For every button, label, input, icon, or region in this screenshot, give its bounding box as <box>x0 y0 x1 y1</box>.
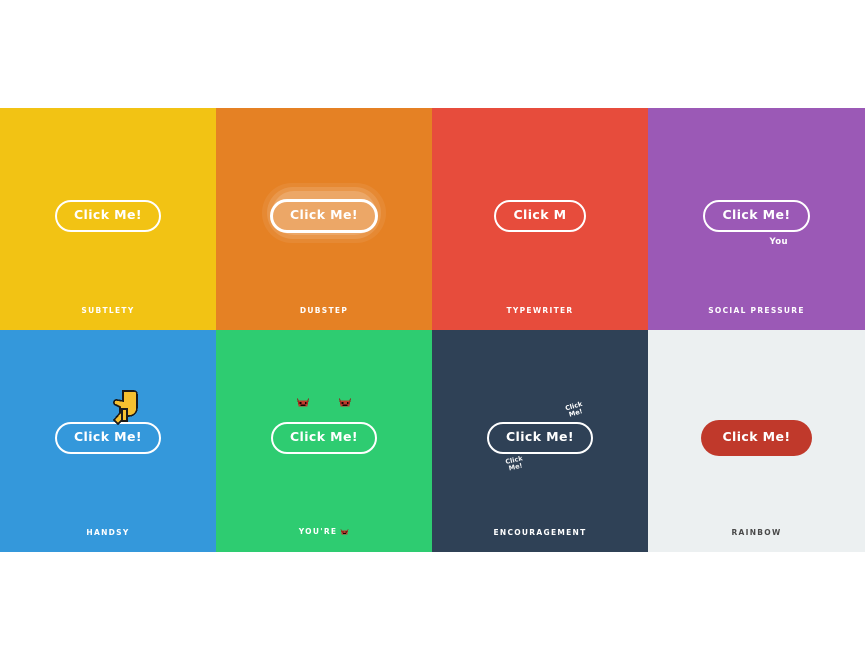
click-me-button-dubstep[interactable]: Click Me! <box>269 199 379 233</box>
cell-caption-subtlety: SUBTLETY <box>0 305 216 315</box>
click-me-button-social-pressure[interactable]: Click Me! <box>703 200 810 232</box>
gallery-cell-rainbow: Click Me! RAINBOW <box>648 330 865 552</box>
gallery-cell-subtlety: Click Me! SUBTLETY <box>0 108 216 330</box>
click-me-button-handsy[interactable]: Click Me! <box>54 422 162 454</box>
click-me-button-rainbow[interactable]: Click Me! <box>701 420 812 456</box>
caption-text: ENCOURAGEMENT <box>493 527 587 537</box>
gallery-cell-encouragement: Click Me! Click Me! Click Me! ENCOURAGEM… <box>432 330 648 552</box>
caption-text: SOCIAL PRESSURE <box>708 305 805 315</box>
click-me-button-typewriter[interactable]: Click M <box>494 200 586 232</box>
caption-text: DUBSTEP <box>299 305 349 315</box>
caption-text: YOU'RE <box>298 526 338 536</box>
caption-text: SUBTLETY <box>81 305 135 315</box>
gallery-cell-dubstep: Click Me! DUBSTEP <box>216 108 432 330</box>
gallery-cell-social-pressure: Click Me! You SOCIAL PRESSURE <box>648 108 865 330</box>
devil-face-icon <box>296 397 310 407</box>
devil-face-icon-row <box>296 395 352 409</box>
cell-caption-social-pressure: SOCIAL PRESSURE <box>648 305 865 315</box>
button-stage: Click Me! <box>216 108 432 330</box>
button-stage: Click Me! <box>0 108 216 330</box>
gallery-cell-youre-devil: Click Me! YOU'RE <box>216 330 432 552</box>
devil-face-icon <box>338 397 352 407</box>
button-stage: Click Me! Click Me! Click Me! <box>432 330 648 552</box>
gallery-cell-handsy: Click Me! HANDSY <box>0 330 216 552</box>
caption-text: RAINBOW <box>731 527 782 537</box>
cell-caption-handsy: HANDSY <box>0 527 216 537</box>
click-me-button-subtlety[interactable]: Click Me! <box>54 200 162 232</box>
caption-text: HANDSY <box>86 527 130 537</box>
button-stage: Click M <box>432 108 648 330</box>
floating-click-me-ghost: Click Me! <box>504 453 524 473</box>
button-stage: Click Me! <box>648 330 865 552</box>
cell-caption-rainbow: RAINBOW <box>648 527 865 537</box>
click-me-button-encouragement[interactable]: Click Me! <box>486 422 594 454</box>
caption-text: TYPEWRITER <box>506 305 574 315</box>
click-me-button-youre-devil[interactable]: Click Me! <box>270 422 378 454</box>
cell-caption-encouragement: ENCOURAGEMENT <box>432 527 648 537</box>
devil-face-icon <box>340 528 349 535</box>
cell-caption-dubstep: DUBSTEP <box>216 305 432 315</box>
button-gallery-grid: Click Me! SUBTLETY Click Me! DUBSTEP Cli… <box>0 108 865 552</box>
cell-caption-typewriter: TYPEWRITER <box>432 305 648 315</box>
social-pressure-note: You <box>769 236 788 247</box>
button-stage: Click Me! You <box>648 108 865 330</box>
floating-click-me-ghost: Click Me! <box>563 400 584 420</box>
cell-caption-youre-devil: YOU'RE <box>216 527 432 536</box>
button-stage: Click Me! <box>0 330 216 552</box>
gallery-cell-typewriter: Click M TYPEWRITER <box>432 108 648 330</box>
button-stage: Click Me! <box>216 330 432 552</box>
